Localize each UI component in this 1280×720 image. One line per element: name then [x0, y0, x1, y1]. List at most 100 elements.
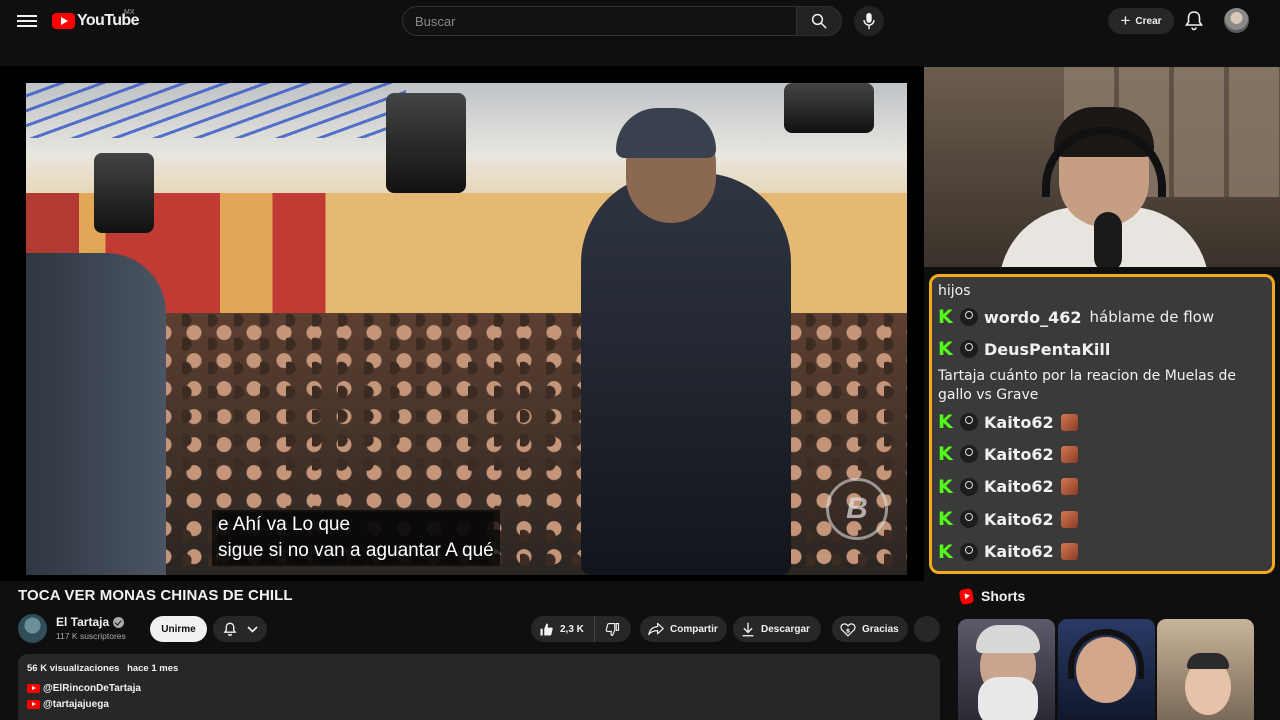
video-frame[interactable]: B e Ahí va Lo que sigue si no van a agua…: [26, 83, 907, 575]
search-input[interactable]: [403, 7, 796, 35]
verified-check-icon: [113, 616, 125, 628]
chat-username: Kaito62: [984, 542, 1054, 562]
plus-icon: +: [1120, 10, 1131, 30]
chat-text: háblame de flow: [1089, 308, 1215, 326]
subscribed-notifications-button[interactable]: [213, 616, 267, 642]
short-thumbnail[interactable]: [1058, 619, 1155, 720]
thumbs-down-icon: [605, 622, 619, 636]
heart-dollar-icon: $: [840, 622, 856, 637]
kick-badge-icon: K: [938, 338, 953, 360]
channel-link[interactable]: @ElRinconDeTartaja: [27, 683, 931, 694]
user-icon: [960, 340, 978, 358]
short-thumbnail[interactable]: [1157, 619, 1254, 720]
thanks-button-content: $ Gracias: [832, 622, 909, 637]
short-thumbnail-hair: [1187, 653, 1229, 669]
chat-username: Kaito62: [984, 444, 1054, 464]
kick-badge-icon: K: [938, 306, 953, 328]
shorts-icon: [958, 587, 975, 605]
user-icon: [960, 510, 978, 529]
chat-username: wordo_462: [984, 307, 1082, 327]
like-button[interactable]: 2,3 K: [531, 616, 595, 642]
chat-message: K Kaito62: [938, 408, 1266, 436]
bell-icon: [1185, 11, 1203, 31]
video-scene-lights: [26, 83, 406, 138]
join-button[interactable]: Unirme: [150, 616, 207, 642]
channel-link-text: @tartajajuega: [43, 699, 109, 710]
headphones-icon: [1068, 629, 1144, 679]
emote-icon: [1060, 478, 1078, 496]
user-icon: [960, 445, 978, 464]
upload-date: hace 1 mes: [127, 663, 179, 674]
kick-badge-icon: K: [938, 443, 953, 466]
chat-username: Kaito62: [984, 477, 1054, 497]
kick-badge-icon: K: [938, 411, 953, 433]
video-scene-spotlight: [784, 83, 874, 133]
chat-message: K Kaito62: [938, 505, 1266, 533]
channel-link[interactable]: @tartajajuega: [27, 699, 931, 710]
user-icon: [960, 413, 978, 431]
share-label: Compartir: [670, 623, 718, 635]
chevron-down-icon: [246, 625, 258, 633]
chat-message: K Kaito62: [938, 440, 1266, 468]
description-meta: 56 K visualizaciones hace 1 mes: [27, 663, 931, 674]
chat-username: DeusPentaKill: [984, 339, 1111, 359]
search-box: [402, 6, 796, 36]
kick-badge-icon: K: [938, 540, 953, 563]
chat-username: Kaito62: [984, 412, 1054, 432]
microphone-icon: [863, 12, 875, 30]
video-scene-person: [26, 253, 166, 575]
share-button[interactable]: Compartir: [640, 616, 727, 642]
emote-icon: [1060, 543, 1078, 561]
thanks-button[interactable]: $ Gracias: [832, 616, 908, 642]
chat-message-text: Tartaja cuánto por la reacion de Muelas …: [938, 368, 1237, 403]
more-actions-button[interactable]: [914, 616, 940, 642]
notifications-button[interactable]: [1184, 10, 1204, 32]
short-thumbnail-hair: [976, 625, 1040, 653]
subscriber-count: 117 K suscriptores: [56, 631, 126, 641]
emote-icon: [1060, 413, 1078, 431]
thanks-label: Gracias: [862, 623, 899, 635]
channel-name-link[interactable]: El Tartaja: [56, 615, 125, 629]
shorts-heading: Shorts: [958, 587, 1025, 605]
channel-avatar[interactable]: [18, 614, 47, 643]
bell-icon: [223, 622, 236, 636]
emote-icon: [1060, 510, 1078, 528]
short-thumbnail[interactable]: [958, 619, 1055, 720]
user-icon: [960, 477, 978, 496]
user-icon: [960, 308, 978, 326]
account-avatar[interactable]: [1224, 8, 1249, 33]
svg-text:$: $: [846, 626, 851, 634]
youtube-play-icon: [52, 13, 75, 29]
create-button[interactable]: + Crear: [1108, 8, 1174, 34]
top-bar: YouTube MX + Crear: [0, 0, 1280, 42]
chat-message: K Kaito62: [938, 538, 1266, 566]
chat-message: K DeusPentaKill: [938, 335, 1266, 363]
like-count: 2,3 K: [560, 623, 584, 635]
download-label: Descargar: [761, 623, 810, 635]
youtube-icon: [27, 700, 40, 709]
download-icon: [742, 622, 754, 636]
voice-search-button[interactable]: [854, 6, 884, 36]
description-box[interactable]: 56 K visualizaciones hace 1 mes @ElRinco…: [18, 654, 940, 720]
channel-link-text: @ElRinconDeTartaja: [43, 683, 141, 694]
video-captions: e Ahí va Lo que sigue si no van a aguant…: [212, 510, 500, 566]
hamburger-menu-icon[interactable]: [17, 12, 37, 30]
youtube-icon: [27, 684, 40, 693]
video-scene-rapper: [581, 173, 791, 575]
thumbs-up-icon: [540, 623, 553, 635]
dislike-button[interactable]: [595, 616, 630, 642]
search-button[interactable]: [796, 6, 842, 36]
view-count: 56 K visualizaciones: [27, 663, 120, 674]
video-title: TOCA VER MONAS CHINAS DE CHILL: [18, 587, 293, 604]
chat-message: K Kaito62: [938, 473, 1266, 501]
share-icon: [648, 622, 664, 636]
streamer-webcam: [924, 67, 1280, 267]
video-player[interactable]: B e Ahí va Lo que sigue si no van a agua…: [0, 66, 924, 581]
chat-message: K wordo_462 háblame de flow: [938, 303, 1266, 331]
chat-overlay: hijos K wordo_462 háblame de flow K Deus…: [929, 274, 1275, 574]
download-button[interactable]: Descargar: [733, 616, 821, 642]
create-label: Crear: [1135, 15, 1162, 27]
download-button-content: Descargar: [733, 622, 820, 637]
channel-name: El Tartaja: [56, 615, 110, 629]
like-dislike-group: 2,3 K: [531, 616, 631, 642]
